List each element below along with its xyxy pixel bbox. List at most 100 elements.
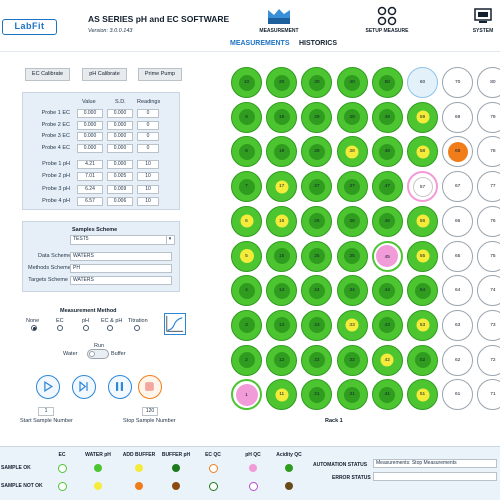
well-9[interactable]: 9	[231, 101, 262, 133]
well-42[interactable]: 42	[371, 344, 403, 376]
well-63[interactable]: 63	[442, 309, 474, 341]
nav-system[interactable]: SYSTEM	[468, 6, 498, 34]
tab-measurements[interactable]: MEASUREMENTS	[230, 40, 290, 47]
well-75[interactable]: 75	[477, 240, 500, 272]
chevron-down-icon[interactable]: ▾	[166, 236, 173, 244]
well-15[interactable]: 15	[266, 240, 298, 272]
ec-calibrate-button[interactable]: EC Calibrate	[25, 68, 70, 81]
well-43[interactable]: 43	[371, 309, 403, 341]
well-21[interactable]: 21	[301, 379, 333, 411]
well-49[interactable]: 49	[371, 101, 403, 133]
well-77[interactable]: 77	[477, 171, 500, 203]
well-47[interactable]: 47	[371, 171, 403, 203]
stop-sample-input[interactable]: 120	[142, 407, 158, 416]
well-24[interactable]: 24	[301, 275, 333, 307]
start-sample-input[interactable]: 1	[38, 407, 54, 416]
well-4[interactable]: 4	[231, 275, 262, 307]
well-3[interactable]: 3	[231, 309, 262, 341]
well-1[interactable]: 1	[231, 379, 262, 411]
well-13[interactable]: 13	[266, 309, 298, 341]
nav-setup-measure[interactable]: SETUP MEASURE	[362, 6, 412, 34]
well-27[interactable]: 27	[301, 171, 333, 203]
well-68[interactable]: 68	[442, 136, 474, 168]
well-64[interactable]: 64	[442, 275, 474, 307]
well-54[interactable]: 54	[407, 275, 438, 307]
well-23[interactable]: 23	[301, 309, 333, 341]
well-61[interactable]: 61	[442, 379, 474, 411]
water-buffer-toggle[interactable]	[87, 349, 109, 359]
well-59[interactable]: 59	[407, 101, 438, 133]
well-38[interactable]: 38	[336, 136, 368, 168]
well-52[interactable]: 52	[407, 344, 438, 376]
tab-historics[interactable]: HISTORICS	[299, 40, 337, 47]
well-48[interactable]: 48	[371, 136, 403, 168]
well-73[interactable]: 73	[477, 309, 500, 341]
well-71[interactable]: 71	[477, 379, 500, 411]
well-69[interactable]: 69	[442, 101, 474, 133]
well-46[interactable]: 46	[371, 205, 403, 237]
well-5[interactable]: 5	[231, 240, 262, 272]
ph-calibrate-button[interactable]: pH Calibrate	[82, 68, 127, 81]
well-67[interactable]: 67	[442, 171, 474, 203]
well-19[interactable]: 19	[266, 101, 298, 133]
well-34[interactable]: 34	[336, 275, 368, 307]
well-53[interactable]: 53	[407, 309, 438, 341]
prime-pump-button[interactable]: Prime Pump	[138, 68, 182, 81]
well-28[interactable]: 28	[301, 136, 333, 168]
nav-measurement[interactable]: MEASUREMENT	[256, 6, 302, 34]
method-titration-radio[interactable]	[134, 325, 140, 331]
well-31[interactable]: 31	[336, 379, 368, 411]
well-6[interactable]: 6	[231, 205, 262, 237]
pause-button[interactable]	[108, 375, 132, 399]
well-39[interactable]: 39	[336, 101, 368, 133]
well-14[interactable]: 14	[266, 275, 298, 307]
stop-button[interactable]	[138, 375, 162, 399]
well-10[interactable]: 10	[231, 67, 262, 98]
well-51[interactable]: 51	[407, 379, 438, 411]
well-32[interactable]: 32	[336, 344, 368, 376]
well-37[interactable]: 37	[336, 171, 368, 203]
well-56[interactable]: 56	[407, 205, 438, 237]
well-45[interactable]: 45	[371, 240, 403, 272]
well-50[interactable]: 50	[371, 67, 403, 98]
step-button[interactable]	[72, 375, 96, 399]
well-72[interactable]: 72	[477, 344, 500, 376]
well-36[interactable]: 36	[336, 205, 368, 237]
method-ec-radio[interactable]	[57, 325, 63, 331]
well-70[interactable]: 70	[442, 67, 474, 98]
well-40[interactable]: 40	[336, 67, 368, 98]
well-66[interactable]: 66	[442, 205, 474, 237]
titration-chart-button[interactable]	[164, 313, 186, 335]
well-60[interactable]: 60	[407, 67, 438, 98]
well-33[interactable]: 33	[336, 309, 368, 341]
well-62[interactable]: 62	[442, 344, 474, 376]
well-76[interactable]: 76	[477, 205, 500, 237]
well-12[interactable]: 12	[266, 344, 298, 376]
well-25[interactable]: 25	[301, 240, 333, 272]
well-80[interactable]: 80	[477, 67, 500, 98]
well-22[interactable]: 22	[301, 344, 333, 376]
well-20[interactable]: 20	[266, 67, 298, 98]
well-16[interactable]: 16	[266, 205, 298, 237]
well-55[interactable]: 55	[407, 240, 438, 272]
well-57[interactable]: 57	[407, 171, 438, 203]
well-74[interactable]: 74	[477, 275, 500, 307]
method-none-radio[interactable]	[31, 325, 37, 331]
well-17[interactable]: 17	[266, 171, 298, 203]
well-65[interactable]: 65	[442, 240, 474, 272]
well-78[interactable]: 78	[477, 136, 500, 168]
well-58[interactable]: 58	[407, 136, 438, 168]
well-79[interactable]: 79	[477, 101, 500, 133]
well-30[interactable]: 30	[301, 67, 333, 98]
scheme-select[interactable]: TEST5 ▾	[70, 235, 175, 245]
well-29[interactable]: 29	[301, 101, 333, 133]
well-35[interactable]: 35	[336, 240, 368, 272]
well-26[interactable]: 26	[301, 205, 333, 237]
well-41[interactable]: 41	[371, 379, 403, 411]
well-2[interactable]: 2	[231, 344, 262, 376]
well-18[interactable]: 18	[266, 136, 298, 168]
well-7[interactable]: 7	[231, 171, 262, 203]
well-44[interactable]: 44	[371, 275, 403, 307]
well-11[interactable]: 11	[266, 379, 298, 411]
play-button[interactable]	[36, 375, 60, 399]
